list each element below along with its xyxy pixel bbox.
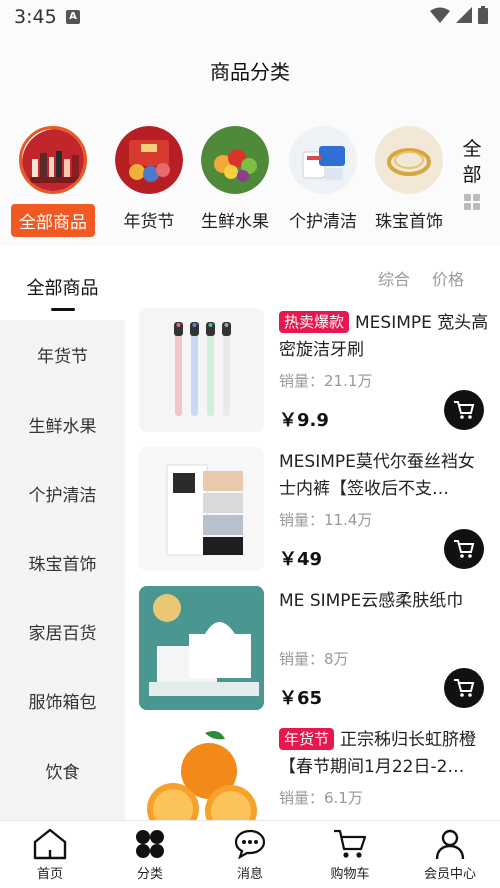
nav-cart[interactable]: 购物车: [310, 827, 390, 882]
status-indicators: [430, 6, 488, 24]
nav-label: 会员中心: [423, 867, 476, 882]
category-label: 珠宝首饰: [375, 212, 443, 232]
nav-message[interactable]: 消息: [210, 827, 290, 882]
underwear-product-image: [139, 447, 264, 571]
cart-icon: [334, 829, 367, 858]
nav-label: 消息: [236, 867, 263, 882]
all-categories-label-1: 全: [462, 138, 482, 160]
product-price: ￥49: [279, 549, 323, 570]
product-sales: 销量：21.1万: [279, 372, 373, 390]
product-title-wrap: 年货节 正宗秭归长虹脐橙【春节期间1月22日-2…: [279, 727, 489, 781]
add-to-cart-button[interactable]: [444, 390, 484, 430]
sidebar-item-new-year-goods[interactable]: 年货节: [0, 342, 125, 367]
product-card[interactable]: 年货节 正宗秭归长虹脐橙【春节期间1月22日-2… 销量：6.1万: [139, 725, 489, 820]
all-products-thumb: [19, 126, 87, 194]
nav-home[interactable]: 首页: [10, 827, 90, 882]
product-title-wrap: MESIMPE莫代尔蚕丝裆女士内裤【签收后不支…: [279, 449, 489, 503]
sidebar-item-all-products[interactable]: 全部商品: [0, 250, 125, 320]
sidebar-item-home-goods[interactable]: 家居百货: [0, 619, 125, 644]
add-to-cart-button[interactable]: [444, 668, 484, 708]
nav-label: 购物车: [330, 867, 370, 882]
orange-product-image: [139, 725, 264, 820]
product-title: ME SIMPE云感柔肤纸巾: [279, 591, 464, 611]
category-new-year-goods[interactable]: 年货节: [104, 126, 194, 235]
product-card[interactable]: MESIMPE莫代尔蚕丝裆女士内裤【签收后不支… 销量：11.4万 ￥49: [139, 447, 489, 575]
product-title: MESIMPE莫代尔蚕丝裆女士内裤【签收后不支…: [279, 452, 475, 499]
personal-care-thumb: [289, 126, 357, 194]
bottom-nav: 首页 分类 消息 购物车 会员中心: [0, 820, 500, 888]
sidebar-item-jewelry[interactable]: 珠宝首饰: [0, 550, 125, 575]
sort-general[interactable]: 综合: [378, 266, 410, 290]
product-price: ￥9.9: [279, 410, 329, 431]
nav-label: 分类: [136, 867, 163, 882]
category-label: 年货节: [123, 212, 175, 232]
nav-category[interactable]: 分类: [110, 827, 190, 882]
sort-bar: 综合 价格: [378, 266, 464, 290]
message-icon: [234, 829, 266, 859]
cart-icon: [454, 679, 475, 697]
signal-icon: [456, 7, 472, 23]
sidebar-item-label: 个护清洁: [28, 486, 97, 506]
product-sales: 销量：11.4万: [279, 511, 373, 529]
category-icon: [136, 830, 164, 858]
category-label: 全部商品: [11, 204, 95, 237]
notification-a-icon: A: [66, 10, 80, 24]
category-all-products[interactable]: 全部商品: [8, 126, 98, 237]
sidebar-item-label: 生鲜水果: [28, 417, 97, 437]
page-title: 商品分类: [210, 60, 290, 84]
product-tag: 年货节: [279, 728, 335, 750]
sidebar-item-label: 年货节: [37, 347, 88, 367]
product-tag: 热卖爆款: [279, 311, 350, 333]
grid-icon: [464, 194, 480, 210]
status-time: 3:45: [14, 6, 57, 28]
category-label: 个护清洁: [289, 212, 357, 232]
cart-icon: [454, 540, 475, 558]
product-sales: 销量：6.1万: [279, 789, 363, 807]
page-header: 商品分类: [0, 34, 500, 106]
product-sales: 销量：8万: [279, 650, 349, 668]
nav-label: 首页: [36, 867, 63, 882]
sidebar-item-label: 服饰箱包: [28, 693, 97, 713]
add-to-cart-button[interactable]: [444, 529, 484, 569]
wifi-icon: [430, 7, 450, 23]
sidebar-item-food[interactable]: 饮食: [0, 758, 125, 783]
nav-member-center[interactable]: 会员中心: [410, 827, 490, 882]
sidebar-item-label: 全部商品: [26, 278, 99, 299]
sidebar-item-fresh-fruit[interactable]: 生鲜水果: [0, 412, 125, 437]
product-card[interactable]: ME SIMPE云感柔肤纸巾 销量：8万 ￥65: [139, 586, 489, 714]
category-sidebar: 全部商品 年货节 生鲜水果 个护清洁 珠宝首饰 家居百货 服饰箱包 饮食: [0, 250, 125, 820]
user-icon: [435, 829, 465, 860]
category-fresh-fruit[interactable]: 生鲜水果: [190, 126, 280, 235]
product-title-wrap: 热卖爆款 MESIMPE 宽头高密旋洁牙刷: [279, 310, 489, 364]
jewelry-thumb: [375, 126, 443, 194]
fresh-fruit-thumb: [201, 126, 269, 194]
sidebar-item-personal-care[interactable]: 个护清洁: [0, 481, 125, 506]
status-bar: 3:45 A: [0, 0, 500, 34]
category-personal-care[interactable]: 个护清洁: [278, 126, 368, 235]
all-categories-label-2: 部: [462, 164, 482, 186]
toothbrush-product-image: [139, 308, 264, 432]
cart-icon: [454, 401, 475, 419]
category-label: 生鲜水果: [201, 212, 269, 232]
sidebar-item-label: 家居百货: [28, 624, 97, 644]
active-indicator: [50, 308, 75, 311]
product-title-wrap: ME SIMPE云感柔肤纸巾: [279, 588, 489, 642]
sidebar-item-label: 饮食: [45, 763, 80, 783]
sidebar-item-label: 珠宝首饰: [28, 555, 97, 575]
product-card[interactable]: 热卖爆款 MESIMPE 宽头高密旋洁牙刷 销量：21.1万 ￥9.9: [139, 308, 489, 436]
category-jewelry[interactable]: 珠宝首饰: [364, 126, 454, 235]
product-list: 综合 价格 热卖爆款 MESIMPE 宽头高密旋洁牙刷 销量：21.1万 ￥9.9: [125, 250, 500, 820]
new-year-goods-thumb: [115, 126, 183, 194]
product-price: ￥65: [279, 688, 323, 709]
home-icon: [33, 828, 67, 860]
category-strip: 全部商品 年货节 生鲜水果 个护清洁 珠宝首饰: [0, 106, 500, 246]
battery-icon: [478, 6, 488, 24]
sidebar-item-apparel-bags[interactable]: 服饰箱包: [0, 688, 125, 713]
sort-price[interactable]: 价格: [432, 266, 464, 290]
tissue-product-image: [139, 586, 264, 710]
all-categories-button[interactable]: 全 部: [456, 136, 488, 210]
